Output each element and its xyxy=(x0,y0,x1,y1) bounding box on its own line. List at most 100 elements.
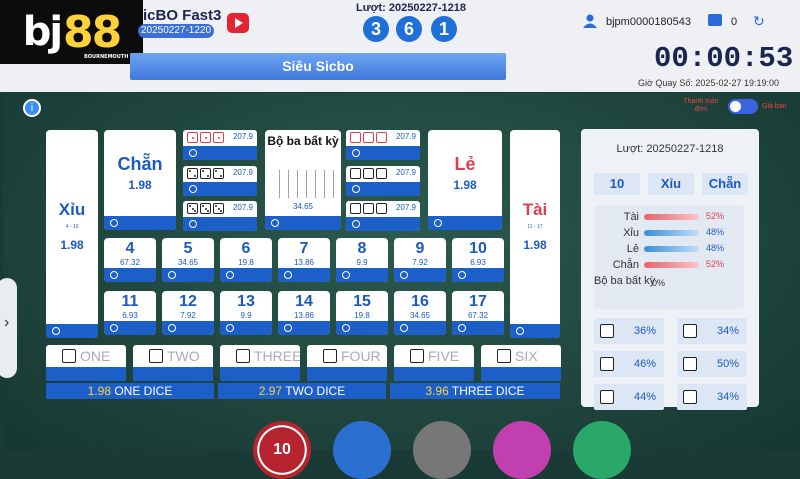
total-number: 4 xyxy=(125,240,135,257)
die-4-icon xyxy=(363,132,374,143)
die-3-icon xyxy=(236,349,250,363)
chip-slot-icon xyxy=(271,219,279,227)
bet-total-17[interactable]: 17 67.32 xyxy=(452,291,504,335)
betting-table: i Thanh toán đơn Giá bán Xỉu 4 - 10 1.98… xyxy=(0,93,800,479)
payment-toggle[interactable] xyxy=(728,99,758,114)
tab-sieu-sicbo[interactable]: Siêu Sicbo xyxy=(130,53,506,80)
total-odd: 67.32 xyxy=(119,258,141,267)
bet-any-triple[interactable]: Bộ ba bất kỳ 34.65 xyxy=(265,130,341,230)
bet-total-4[interactable]: 4 67.32 xyxy=(104,238,156,282)
total-number: 8 xyxy=(357,240,367,257)
bet-tai[interactable]: Tài 11 - 17 1.98 xyxy=(510,130,560,338)
single-label: SIX xyxy=(515,348,538,364)
die-6-icon xyxy=(376,203,387,214)
multiplier-three-dice: 3.96 THREE DICE xyxy=(390,383,560,399)
chip-slot-icon xyxy=(342,271,350,279)
single-label: ONE xyxy=(80,348,111,364)
chip-slot-icon xyxy=(400,271,408,279)
die-1-icon xyxy=(62,349,76,363)
bet-single-five[interactable]: FIVE xyxy=(394,345,474,381)
die-1-icon xyxy=(213,132,224,143)
chip-slot-icon xyxy=(168,324,176,332)
chip-3[interactable] xyxy=(413,421,471,479)
chip-4[interactable] xyxy=(493,421,551,479)
bet-total-15[interactable]: 15 19.8 xyxy=(336,291,388,335)
bet-single-one[interactable]: ONE xyxy=(46,345,126,381)
trend-row: Chẵn 52% xyxy=(612,259,725,271)
chip-slot-icon xyxy=(226,324,234,332)
side-expand-tab[interactable] xyxy=(0,278,17,378)
bet-xiu[interactable]: Xỉu 4 - 10 1.98 xyxy=(46,130,98,338)
chip-slot-icon xyxy=(342,324,350,332)
trend-bars: Tài 52% Xỉu 48% Lẻ 48% Chẵn 52% Bộ ba bất kỳ… xyxy=(594,205,744,309)
username: bjpm0000180543 xyxy=(606,16,692,28)
dice-pct-4: 50% xyxy=(677,351,747,377)
bet-triple-2[interactable]: 207.9 xyxy=(183,166,257,196)
bet-total-11[interactable]: 11 6.93 xyxy=(104,291,156,335)
multiplier-two-dice: 2.97 TWO DICE xyxy=(218,383,386,399)
bet-total-7[interactable]: 7 13.86 xyxy=(278,238,330,282)
die-3-icon xyxy=(200,203,211,214)
bet-triple-3[interactable]: 207.9 xyxy=(183,201,257,231)
total-number: 5 xyxy=(183,240,193,257)
die-1-icon xyxy=(200,132,211,143)
bet-total-14[interactable]: 14 13.86 xyxy=(278,291,330,335)
trend-row: Tài 52% xyxy=(623,211,725,223)
bet-single-four[interactable]: FOUR xyxy=(307,345,387,381)
info-icon[interactable]: i xyxy=(23,99,41,117)
die-2-icon xyxy=(200,168,211,179)
bet-total-12[interactable]: 12 7.92 xyxy=(162,291,214,335)
die-icon xyxy=(683,390,697,404)
bet-triple-6[interactable]: 207.9 xyxy=(346,201,420,231)
total-odd: 13.86 xyxy=(293,258,315,267)
stat-sum: 10 xyxy=(594,173,640,195)
bet-total-16[interactable]: 16 34.65 xyxy=(394,291,446,335)
total-number: 11 xyxy=(121,293,139,310)
bet-total-13[interactable]: 13 9.9 xyxy=(220,291,272,335)
bet-single-two[interactable]: TWO xyxy=(133,345,213,381)
chip-10[interactable]: 10 xyxy=(253,421,311,479)
chip-5[interactable] xyxy=(573,421,631,479)
bet-total-10[interactable]: 10 6.93 xyxy=(452,238,504,282)
draw-time: Giờ Quay Số: 2025-02-27 19:19:00 xyxy=(638,78,779,88)
total-odd: 6.93 xyxy=(470,258,486,267)
bet-chan[interactable]: Chẵn 1.98 xyxy=(104,130,176,230)
bet-total-6[interactable]: 6 19.8 xyxy=(220,238,272,282)
bet-single-three[interactable]: THREE xyxy=(220,345,300,381)
countdown-timer: 00:00:53 xyxy=(654,42,794,75)
die-3-icon xyxy=(213,203,224,214)
panel-round-label: Lượt: 20250227-1218 xyxy=(616,143,724,155)
chip-slot-icon xyxy=(458,271,466,279)
bet-triple-5[interactable]: 207.9 xyxy=(346,166,420,196)
bj88-logo: bj 88 BOURNEMOUTH xyxy=(0,0,143,64)
chip-slot-icon xyxy=(110,219,118,227)
total-odd: 9.9 xyxy=(240,311,252,320)
single-label: FIVE xyxy=(428,348,460,364)
top-bar: bj 88 BOURNEMOUTH icBO Fast3 20250227-1220… xyxy=(0,0,800,92)
total-number: 10 xyxy=(469,240,487,257)
chip-2[interactable] xyxy=(333,421,391,479)
bet-total-5[interactable]: 5 34.65 xyxy=(162,238,214,282)
refresh-icon[interactable]: ↻ xyxy=(753,13,769,29)
bet-triple-4[interactable]: 207.9 xyxy=(346,130,420,160)
die-4-icon xyxy=(376,132,387,143)
bet-triple-1[interactable]: 207.9 xyxy=(183,130,257,160)
multiplier-one-dice: 1.98 ONE DICE xyxy=(46,383,214,399)
chip-slot-icon xyxy=(284,324,292,332)
bet-single-six[interactable]: SIX xyxy=(481,345,561,381)
die-5-icon xyxy=(350,168,361,179)
video-play-icon[interactable] xyxy=(227,13,249,33)
chip-slot-icon xyxy=(168,271,176,279)
die-6-icon xyxy=(363,203,374,214)
statistics-panel: Lượt: 20250227-1218 10 Xỉu Chẵn Tài 52% X… xyxy=(581,129,759,410)
total-odd: 9.9 xyxy=(356,258,368,267)
bet-total-9[interactable]: 9 7.92 xyxy=(394,238,446,282)
result-ball-3: 1 xyxy=(431,16,457,42)
stat-size: Xỉu xyxy=(648,173,694,195)
die-icon xyxy=(600,357,614,371)
bet-total-8[interactable]: 8 9.9 xyxy=(336,238,388,282)
bet-le[interactable]: Lẻ 1.98 xyxy=(428,130,502,230)
chip-slot-icon xyxy=(189,149,197,157)
chip-slot-icon xyxy=(352,149,360,157)
chip-slot-icon xyxy=(284,271,292,279)
